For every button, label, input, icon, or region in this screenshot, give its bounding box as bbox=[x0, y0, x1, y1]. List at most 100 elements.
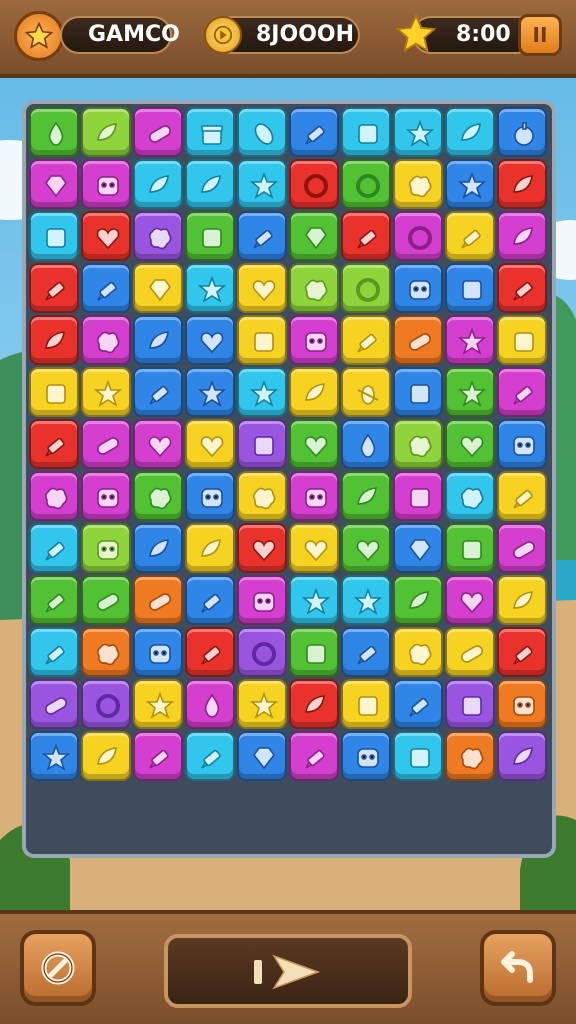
tile-cyan-star[interactable] bbox=[237, 367, 287, 417]
tile-cyan-pencil[interactable] bbox=[29, 523, 79, 573]
tile-yellow-pencil[interactable] bbox=[341, 315, 391, 365]
tile-green-leaf[interactable] bbox=[341, 471, 391, 521]
tile-yellow-blob[interactable] bbox=[393, 159, 443, 209]
tile-blue-leaf[interactable] bbox=[133, 315, 183, 365]
tile-green-gem[interactable] bbox=[289, 211, 339, 261]
tile-cyan-star[interactable] bbox=[237, 159, 287, 209]
tile-cyan-star[interactable] bbox=[341, 575, 391, 625]
tile-purple-ring[interactable] bbox=[237, 627, 287, 677]
tile-yellow-pencil[interactable] bbox=[497, 471, 547, 521]
tile-magenta-pencil[interactable] bbox=[497, 367, 547, 417]
tile-yellow-leaf[interactable] bbox=[81, 731, 131, 781]
tile-magenta-face[interactable] bbox=[289, 471, 339, 521]
tile-blue-pencil[interactable] bbox=[81, 263, 131, 313]
tile-cyan-bean[interactable] bbox=[237, 107, 287, 157]
tile-green-box[interactable] bbox=[445, 523, 495, 573]
play-panel[interactable] bbox=[164, 934, 412, 1008]
tile-red-heart[interactable] bbox=[237, 523, 287, 573]
tile-blue-apple[interactable] bbox=[497, 107, 547, 157]
tile-magenta-face[interactable] bbox=[289, 315, 339, 365]
tile-yellow-box[interactable] bbox=[341, 679, 391, 729]
tile-cyan-box[interactable] bbox=[341, 107, 391, 157]
tile-yellow-pencil[interactable] bbox=[445, 211, 495, 261]
tile-green-drop[interactable] bbox=[29, 107, 79, 157]
tile-orange-blob[interactable] bbox=[81, 627, 131, 677]
tile-green-blob[interactable] bbox=[133, 471, 183, 521]
tile-blue-face[interactable] bbox=[393, 263, 443, 313]
tile-yellow-blob[interactable] bbox=[393, 627, 443, 677]
tile-blue-pencil[interactable] bbox=[341, 627, 391, 677]
tile-blue-pencil[interactable] bbox=[185, 575, 235, 625]
tile-yellow-star[interactable] bbox=[133, 679, 183, 729]
tile-cyan-gift[interactable] bbox=[185, 107, 235, 157]
tile-yellow-star[interactable] bbox=[237, 679, 287, 729]
tile-blue-face[interactable] bbox=[133, 627, 183, 677]
tile-green-star[interactable] bbox=[445, 367, 495, 417]
tile-blue-star[interactable] bbox=[29, 731, 79, 781]
tile-cyan-star[interactable] bbox=[289, 575, 339, 625]
tile-magenta-leaf[interactable] bbox=[497, 211, 547, 261]
tile-blue-gem[interactable] bbox=[237, 731, 287, 781]
tile-blue-face[interactable] bbox=[497, 419, 547, 469]
tile-blue-face[interactable] bbox=[341, 731, 391, 781]
tile-yellow-bug[interactable] bbox=[341, 367, 391, 417]
tile-red-pencil[interactable] bbox=[185, 627, 235, 677]
tile-magenta-blob[interactable] bbox=[81, 315, 131, 365]
tile-yellow-box[interactable] bbox=[29, 367, 79, 417]
tile-magenta-heart[interactable] bbox=[133, 419, 183, 469]
tile-blue-pencil[interactable] bbox=[133, 367, 183, 417]
tile-cyan-box[interactable] bbox=[29, 211, 79, 261]
tile-blue-gem[interactable] bbox=[393, 523, 443, 573]
tile-red-leaf[interactable] bbox=[289, 679, 339, 729]
tile-magenta-drop[interactable] bbox=[185, 679, 235, 729]
tile-yellow-leaf[interactable] bbox=[497, 575, 547, 625]
tile-red-heart[interactable] bbox=[81, 211, 131, 261]
tile-cyan-star[interactable] bbox=[185, 263, 235, 313]
tile-lime-ring[interactable] bbox=[341, 263, 391, 313]
tile-magenta-box[interactable] bbox=[393, 471, 443, 521]
tile-cyan-star[interactable] bbox=[393, 107, 443, 157]
tile-magenta-heart[interactable] bbox=[445, 575, 495, 625]
tile-red-pencil[interactable] bbox=[29, 419, 79, 469]
tile-lime-face[interactable] bbox=[81, 523, 131, 573]
tile-cyan-leaf[interactable] bbox=[445, 107, 495, 157]
tile-yellow-leaf[interactable] bbox=[185, 523, 235, 573]
tile-yellow-heart[interactable] bbox=[185, 419, 235, 469]
tile-red-leaf[interactable] bbox=[497, 159, 547, 209]
tile-red-pencil[interactable] bbox=[29, 263, 79, 313]
tile-green-box[interactable] bbox=[185, 211, 235, 261]
tile-cyan-pencil[interactable] bbox=[29, 627, 79, 677]
tile-orange-pill[interactable] bbox=[393, 315, 443, 365]
tile-magenta-face[interactable] bbox=[81, 159, 131, 209]
tile-green-heart[interactable] bbox=[445, 419, 495, 469]
tile-blue-pencil[interactable] bbox=[393, 679, 443, 729]
tile-orange-face[interactable] bbox=[497, 679, 547, 729]
tile-red-pencil[interactable] bbox=[497, 263, 547, 313]
tile-green-heart[interactable] bbox=[289, 419, 339, 469]
tile-red-leaf[interactable] bbox=[29, 315, 79, 365]
tile-purple-ring[interactable] bbox=[81, 679, 131, 729]
tile-red-pencil[interactable] bbox=[341, 211, 391, 261]
tile-blue-pencil[interactable] bbox=[289, 107, 339, 157]
tile-blue-pencil[interactable] bbox=[237, 211, 287, 261]
tile-magenta-face[interactable] bbox=[237, 575, 287, 625]
tile-purple-leaf[interactable] bbox=[497, 731, 547, 781]
tile-magenta-ring[interactable] bbox=[393, 211, 443, 261]
tile-blue-drop[interactable] bbox=[341, 419, 391, 469]
tile-lime-blob[interactable] bbox=[289, 263, 339, 313]
star-badge[interactable] bbox=[14, 11, 64, 61]
tile-yellow-box[interactable] bbox=[237, 315, 287, 365]
tile-magenta-pill[interactable] bbox=[133, 107, 183, 157]
tile-yellow-pill[interactable] bbox=[445, 627, 495, 677]
tile-yellow-leaf[interactable] bbox=[289, 367, 339, 417]
tile-blue-face[interactable] bbox=[185, 471, 235, 521]
tile-cyan-blob[interactable] bbox=[445, 471, 495, 521]
tile-orange-blob[interactable] bbox=[445, 731, 495, 781]
tile-yellow-star[interactable] bbox=[81, 367, 131, 417]
tile-magenta-pencil[interactable] bbox=[289, 731, 339, 781]
tile-magenta-pill[interactable] bbox=[497, 523, 547, 573]
tile-green-heart[interactable] bbox=[341, 523, 391, 573]
tile-yellow-gem[interactable] bbox=[133, 263, 183, 313]
tile-red-pencil[interactable] bbox=[497, 627, 547, 677]
tile-green-ring[interactable] bbox=[341, 159, 391, 209]
